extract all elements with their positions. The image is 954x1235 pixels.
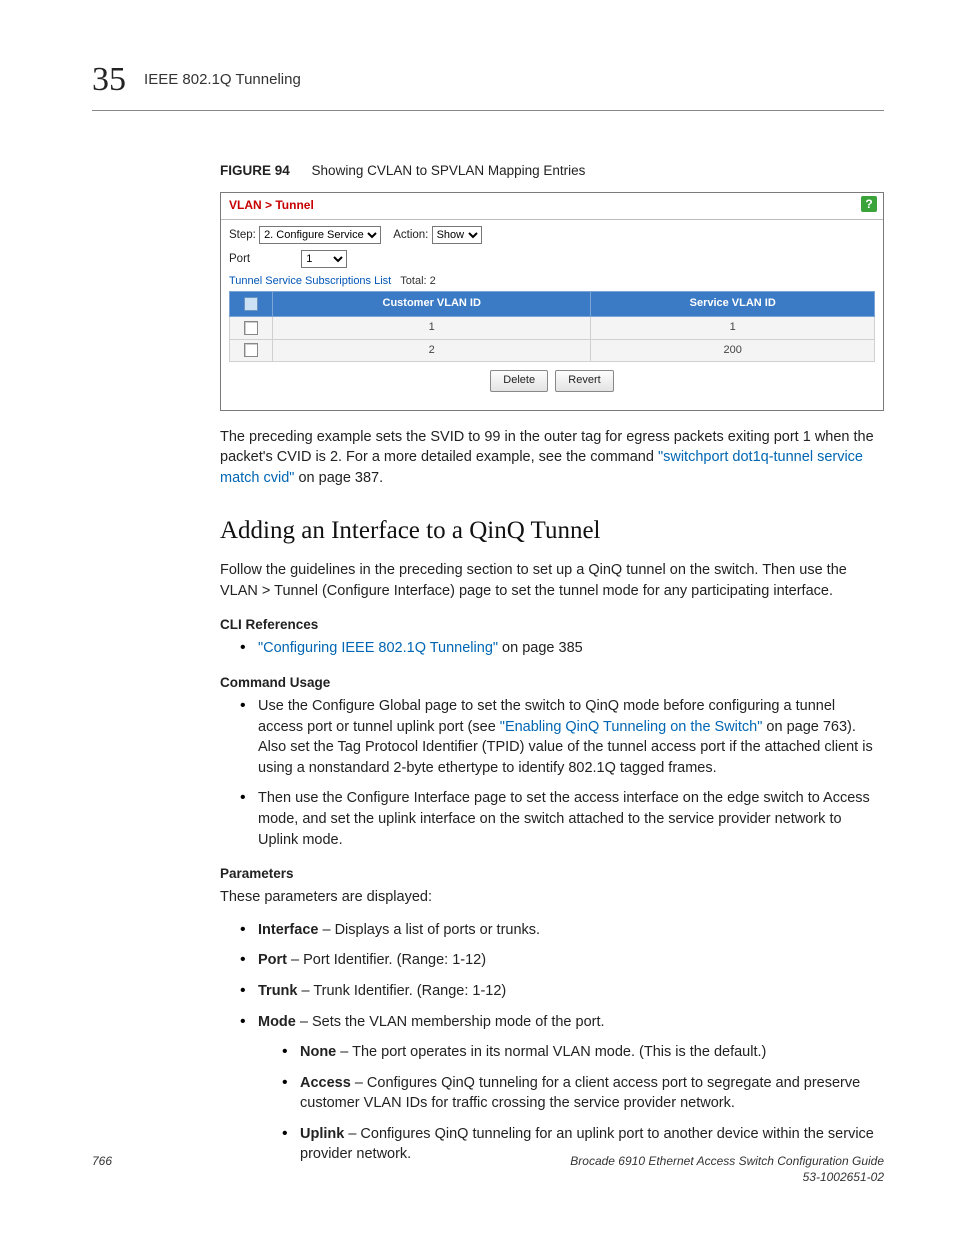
param-name: Uplink [300, 1126, 344, 1142]
figure-label: FIGURE 94 [220, 163, 290, 178]
row-checkbox[interactable] [244, 343, 258, 357]
action-select[interactable]: Show [432, 226, 482, 244]
port-label: Port [229, 253, 250, 265]
list-item: Use the Configure Global page to set the… [240, 696, 884, 778]
list-item: "Configuring IEEE 802.1Q Tunneling" on p… [240, 638, 884, 659]
param-desc: – Trunk Identifier. (Range: 1-12) [297, 983, 506, 999]
col-svid: Service VLAN ID [591, 292, 875, 317]
chapter-number: 35 [92, 56, 126, 104]
param-name: Interface [258, 922, 318, 938]
list-item: Interface – Displays a list of ports or … [240, 920, 884, 941]
text-run: on page 385 [498, 640, 583, 656]
running-header: 35 IEEE 802.1Q Tunneling [92, 56, 884, 111]
doc-id: 53-1002651-02 [570, 1169, 884, 1185]
list-item: Then use the Configure Interface page to… [240, 788, 884, 850]
vlan-tunnel-panel: VLAN > Tunnel ? Step: 2. Configure Servi… [220, 192, 884, 410]
panel-breadcrumb: VLAN > Tunnel [229, 198, 314, 212]
command-usage-heading: Command Usage [220, 673, 884, 692]
col-cvid: Customer VLAN ID [273, 292, 591, 317]
param-name: None [300, 1044, 336, 1060]
page-footer: 766 Brocade 6910 Ethernet Access Switch … [92, 1153, 884, 1185]
param-name: Access [300, 1075, 351, 1091]
action-label: Action: [393, 229, 428, 241]
section-intro: Follow the guidelines in the preceding s… [220, 560, 884, 601]
section-heading: Adding an Interface to a QinQ Tunnel [220, 513, 884, 549]
page-number: 766 [92, 1153, 112, 1170]
list-label: Tunnel Service Subscriptions List [229, 275, 391, 287]
panel-breadcrumb-bar: VLAN > Tunnel ? [221, 193, 883, 219]
table-row: 2 200 [230, 339, 875, 362]
panel-body: Step: 2. Configure Service Action: Show … [221, 220, 883, 410]
cli-references-heading: CLI References [220, 615, 884, 634]
param-desc: – The port operates in its normal VLAN m… [336, 1044, 766, 1060]
checkbox-icon [244, 297, 258, 311]
delete-button[interactable]: Delete [490, 370, 548, 392]
step-select[interactable]: 2. Configure Service [259, 226, 381, 244]
body-paragraph: The preceding example sets the SVID to 9… [220, 427, 884, 489]
help-icon[interactable]: ? [861, 196, 877, 212]
table-row: 1 1 [230, 316, 875, 339]
cell-svid: 1 [591, 316, 875, 339]
doc-title: Brocade 6910 Ethernet Access Switch Conf… [570, 1153, 884, 1169]
cell-cvid: 2 [273, 339, 591, 362]
list-total: Total: 2 [400, 275, 435, 287]
param-desc: – Sets the VLAN membership mode of the p… [296, 1014, 605, 1030]
revert-button[interactable]: Revert [555, 370, 613, 392]
param-name: Trunk [258, 983, 297, 999]
row-checkbox[interactable] [244, 321, 258, 335]
header-rule [92, 110, 884, 111]
chapter-title: IEEE 802.1Q Tunneling [144, 69, 301, 90]
col-select-all[interactable] [230, 292, 273, 317]
param-name: Port [258, 952, 287, 968]
cell-svid: 200 [591, 339, 875, 362]
cell-cvid: 1 [273, 316, 591, 339]
list-item: Access – Configures QinQ tunneling for a… [282, 1073, 884, 1114]
enabling-qinq-link[interactable]: "Enabling QinQ Tunneling on the Switch" [500, 719, 763, 735]
list-item: Trunk – Trunk Identifier. (Range: 1-12) [240, 981, 884, 1002]
param-desc: – Configures QinQ tunneling for a client… [300, 1075, 860, 1112]
param-name: Mode [258, 1014, 296, 1030]
subscriptions-table: Customer VLAN ID Service VLAN ID 1 1 2 [229, 291, 875, 362]
param-desc: – Displays a list of ports or trunks. [318, 922, 540, 938]
figure-caption-text: Showing CVLAN to SPVLAN Mapping Entries [312, 163, 586, 178]
list-item: Mode – Sets the VLAN membership mode of … [240, 1012, 884, 1165]
figure-caption: FIGURE 94 Showing CVLAN to SPVLAN Mappin… [220, 161, 884, 180]
text-run: on page 387. [294, 470, 383, 486]
parameters-heading: Parameters [220, 864, 884, 883]
parameters-intro: These parameters are displayed: [220, 887, 884, 908]
cli-ref-link[interactable]: "Configuring IEEE 802.1Q Tunneling" [258, 640, 498, 656]
param-desc: – Port Identifier. (Range: 1-12) [287, 952, 486, 968]
step-label: Step: [229, 229, 256, 241]
list-item: None – The port operates in its normal V… [282, 1042, 884, 1063]
port-select[interactable]: 1 [301, 250, 347, 268]
list-item: Port – Port Identifier. (Range: 1-12) [240, 950, 884, 971]
